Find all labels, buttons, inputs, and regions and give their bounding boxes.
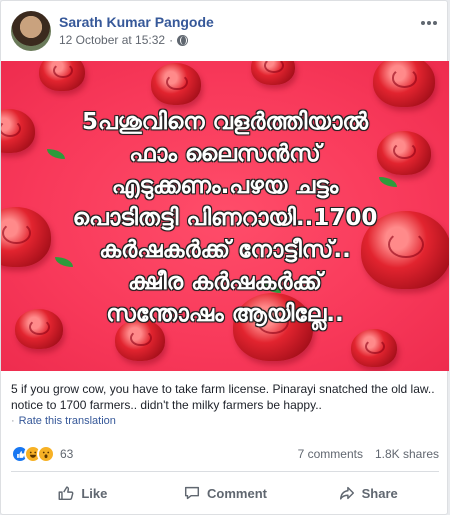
reactions-summary[interactable]: 63: [11, 445, 73, 463]
actions-divider: [11, 471, 439, 472]
rate-translation: · Rate this translation: [11, 415, 116, 427]
post-stats: 63 7 comments 1.8K shares: [11, 445, 439, 465]
post-header: Sarath Kumar Pangode 12 October at 15:32…: [11, 11, 441, 51]
post-image[interactable]: 5പശുവിനെ വളർത്തിയാൽ ഫാം ലൈസൻസ് എടുക്കണം.…: [1, 61, 449, 371]
comment-label: Comment: [207, 485, 267, 501]
wow-reaction-icon: [37, 445, 55, 463]
comments-count[interactable]: 7 comments: [298, 447, 363, 461]
like-button[interactable]: Like: [11, 477, 154, 509]
shares-count[interactable]: 1.8K shares: [375, 447, 439, 461]
rate-translation-link[interactable]: Rate this translation: [19, 415, 116, 427]
comment-button[interactable]: Comment: [154, 477, 297, 509]
share-arrow-icon: [339, 486, 354, 500]
comment-bubble-icon: [185, 486, 200, 500]
post-card: Sarath Kumar Pangode 12 October at 15:32…: [0, 0, 449, 515]
share-button[interactable]: Share: [296, 477, 439, 509]
more-options-icon[interactable]: [417, 13, 441, 33]
globe-icon[interactable]: [177, 34, 189, 46]
author-avatar[interactable]: [11, 11, 51, 51]
rose-decoration: [251, 61, 295, 85]
rose-decoration: [373, 61, 435, 107]
engagement-counts: 7 comments 1.8K shares: [298, 447, 439, 461]
like-label: Like: [81, 485, 108, 501]
rate-separator: ·: [11, 415, 15, 427]
author-name[interactable]: Sarath Kumar Pangode: [59, 14, 214, 30]
meta-separator: ·: [169, 33, 174, 47]
image-caption-text: 5പശുവിനെ വളർത്തിയാൽ ഫാം ലൈസൻസ് എടുക്കണം.…: [72, 109, 378, 327]
rose-decoration: [151, 63, 201, 105]
post-actions: Like Comment Share: [11, 477, 439, 509]
rose-decoration: [351, 329, 397, 367]
thumbs-up-icon: [58, 486, 74, 501]
rose-decoration: [39, 61, 85, 91]
post-timestamp[interactable]: 12 October at 15:32: [59, 33, 165, 47]
share-label: Share: [361, 485, 398, 501]
translation-text: 5 if you grow cow, you have to take farm…: [11, 382, 435, 412]
post-meta: 12 October at 15:32 ·: [59, 33, 189, 47]
reaction-count[interactable]: 63: [60, 447, 73, 461]
